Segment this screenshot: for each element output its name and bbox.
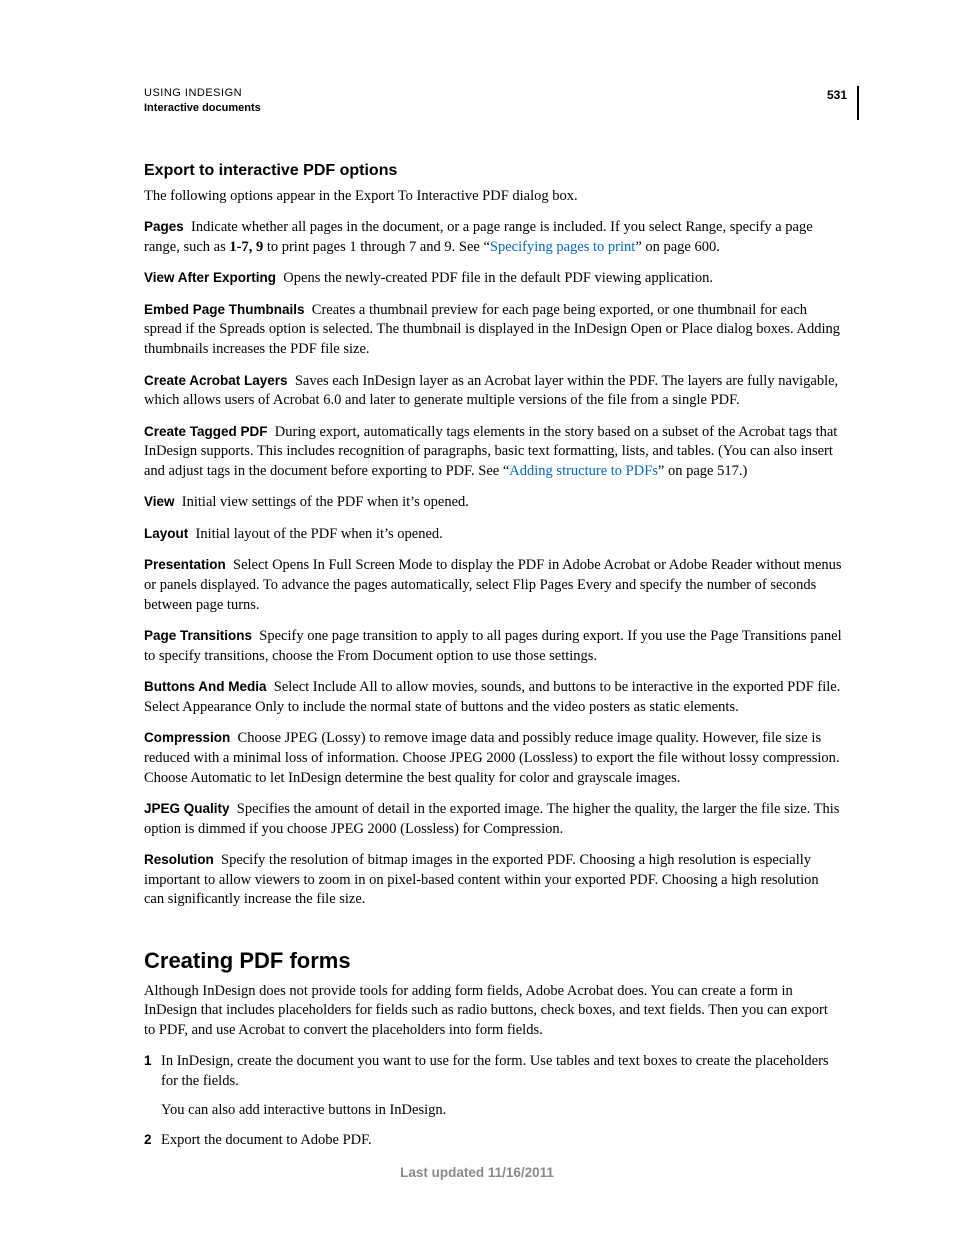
steps-list: 1 In InDesign, create the document you w… — [144, 1052, 842, 1150]
link-specifying-pages[interactable]: Specifying pages to print — [490, 239, 635, 255]
page-number: 531 — [827, 86, 859, 120]
section-title-creating-forms: Creating PDF forms — [144, 946, 842, 976]
option-text: ” on page 517.) — [658, 463, 747, 479]
section-title-export-options: Export to interactive PDF options — [144, 160, 842, 182]
header-line1: USING INDESIGN — [144, 86, 261, 101]
option-text: Choose JPEG (Lossy) to remove image data… — [144, 730, 840, 785]
option-label: Embed Page Thumbnails — [144, 302, 305, 317]
option-label: View After Exporting — [144, 270, 276, 285]
option-label: Compression — [144, 730, 230, 745]
option-bold: 1-7, 9 — [229, 239, 263, 255]
step-number: 2 — [144, 1131, 161, 1151]
list-item: 2 Export the document to Adobe PDF. — [144, 1131, 842, 1151]
option-label: Create Acrobat Layers — [144, 373, 288, 388]
option-text: Initial layout of the PDF when it’s open… — [196, 526, 443, 542]
option-view-after-exporting: View After Exporting Opens the newly-cre… — [144, 269, 842, 289]
option-embed-thumbnails: Embed Page Thumbnails Creates a thumbnai… — [144, 301, 842, 360]
link-adding-structure[interactable]: Adding structure to PDFs — [509, 463, 658, 479]
option-buttons-and-media: Buttons And Media Select Include All to … — [144, 678, 842, 717]
page-header: USING INDESIGN Interactive documents 531 — [144, 86, 859, 120]
option-text: ” on page 600. — [635, 239, 720, 255]
header-breadcrumb: USING INDESIGN Interactive documents — [144, 86, 261, 117]
option-text: to print pages 1 through 7 and 9. See “ — [263, 239, 490, 255]
step-body: In InDesign, create the document you wan… — [161, 1052, 842, 1121]
step-number: 1 — [144, 1052, 161, 1121]
option-layout: Layout Initial layout of the PDF when it… — [144, 525, 842, 545]
page-footer: Last updated 11/16/2011 — [0, 1165, 954, 1180]
option-text: Initial view settings of the PDF when it… — [182, 494, 469, 510]
step-subtext: You can also add interactive buttons in … — [161, 1101, 842, 1121]
option-create-tagged-pdf: Create Tagged PDF During export, automat… — [144, 423, 842, 482]
option-label: View — [144, 494, 175, 509]
option-text: Specifies the amount of detail in the ex… — [144, 801, 839, 837]
step-text: Export the document to Adobe PDF. — [161, 1131, 842, 1151]
option-label: Pages — [144, 219, 184, 234]
option-label: Presentation — [144, 557, 226, 572]
option-label: Page Transitions — [144, 628, 252, 643]
option-view: View Initial view settings of the PDF wh… — [144, 493, 842, 513]
option-label: JPEG Quality — [144, 801, 230, 816]
option-pages: Pages Indicate whether all pages in the … — [144, 218, 842, 257]
option-text: Select Opens In Full Screen Mode to disp… — [144, 557, 842, 612]
option-page-transitions: Page Transitions Specify one page transi… — [144, 627, 842, 666]
section-intro: The following options appear in the Expo… — [144, 187, 842, 207]
option-label: Create Tagged PDF — [144, 424, 268, 439]
option-create-acrobat-layers: Create Acrobat Layers Saves each InDesig… — [144, 372, 842, 411]
header-line2: Interactive documents — [144, 101, 261, 116]
option-label: Resolution — [144, 852, 214, 867]
option-text: Opens the newly-created PDF file in the … — [283, 270, 713, 286]
section-intro: Although InDesign does not provide tools… — [144, 982, 842, 1041]
step-text: In InDesign, create the document you wan… — [161, 1052, 842, 1091]
page-content: Export to interactive PDF options The fo… — [144, 160, 842, 1161]
option-label: Buttons And Media — [144, 679, 267, 694]
option-jpeg-quality: JPEG Quality Specifies the amount of det… — [144, 800, 842, 839]
option-label: Layout — [144, 526, 188, 541]
option-compression: Compression Choose JPEG (Lossy) to remov… — [144, 729, 842, 788]
option-presentation: Presentation Select Opens In Full Screen… — [144, 556, 842, 615]
option-text: Specify the resolution of bitmap images … — [144, 852, 819, 907]
list-item: 1 In InDesign, create the document you w… — [144, 1052, 842, 1121]
step-body: Export the document to Adobe PDF. — [161, 1131, 842, 1151]
option-resolution: Resolution Specify the resolution of bit… — [144, 851, 842, 910]
